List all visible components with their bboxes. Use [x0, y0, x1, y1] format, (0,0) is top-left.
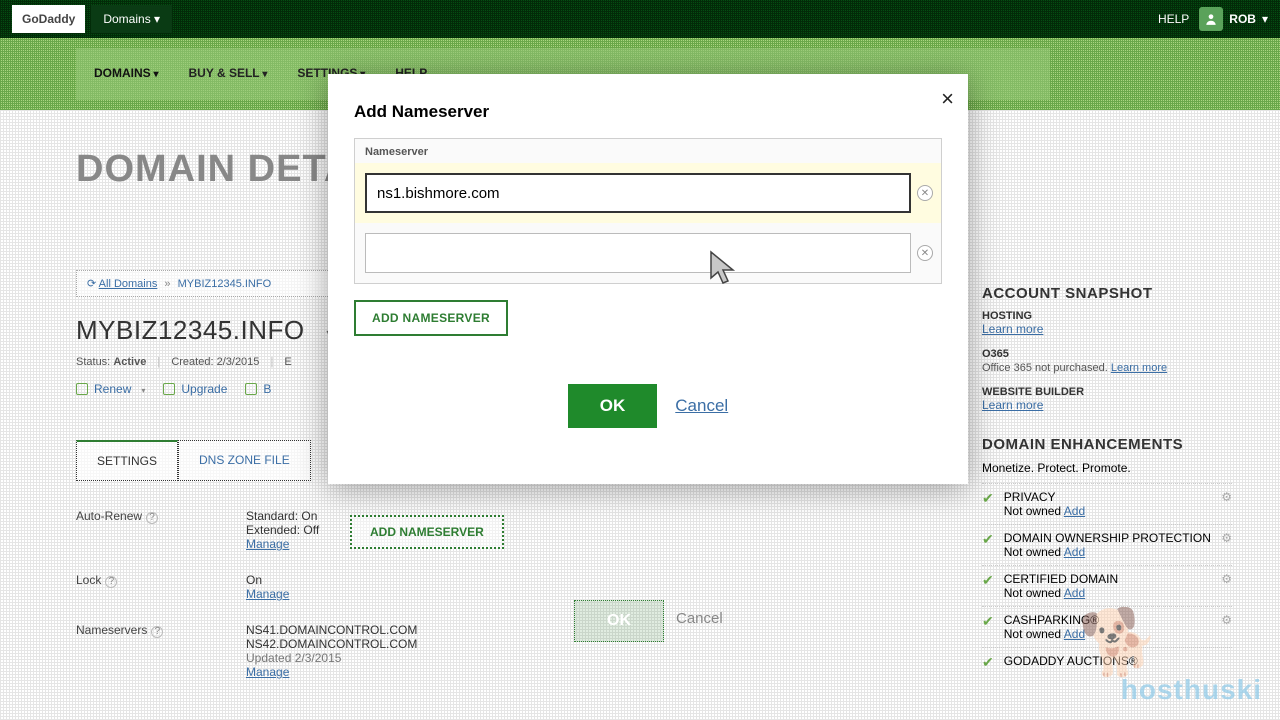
- clear-icon[interactable]: ✕: [917, 185, 933, 201]
- enh-row: ✔ CERTIFIED DOMAIN Not owned Add ⚙: [982, 565, 1232, 606]
- enh-name: DOMAIN OWNERSHIP PROTECTION: [1004, 531, 1212, 545]
- bg-add-nameserver-button: ADD NAMESERVER: [350, 515, 504, 549]
- gear-icon: [163, 383, 175, 395]
- gear-icon[interactable]: ⚙: [1221, 490, 1232, 504]
- topnav-domains[interactable]: Domains ▾: [91, 5, 172, 33]
- created-label: Created:: [171, 356, 213, 368]
- enh-add[interactable]: Add: [1064, 586, 1085, 600]
- o365-sub: Office 365 not purchased.: [982, 362, 1108, 374]
- brand-text: GoDaddy: [22, 12, 75, 26]
- user-name: ROB: [1229, 12, 1256, 26]
- subtab-buysell[interactable]: BUY & SELL: [188, 66, 267, 100]
- close-icon[interactable]: ×: [941, 86, 954, 112]
- brand-logo[interactable]: GoDaddy: [12, 5, 85, 33]
- autorenew-manage[interactable]: Manage: [246, 537, 289, 551]
- user-menu[interactable]: ROB ▾: [1199, 7, 1268, 31]
- help-icon[interactable]: ?: [151, 626, 163, 638]
- o365-title: O365: [982, 348, 1232, 360]
- gear-icon[interactable]: ⚙: [1221, 572, 1232, 586]
- watermark-dog-icon: 🐕: [1077, 601, 1164, 684]
- lock-label: Lock?: [76, 573, 246, 601]
- tab-dns-zone[interactable]: DNS ZONE FILE: [178, 440, 311, 481]
- autorenew-label: Auto-Renew?: [76, 509, 246, 551]
- cancel-link[interactable]: Cancel: [675, 396, 728, 416]
- check-icon: ✔: [982, 572, 994, 589]
- enh-row: ✔ DOMAIN OWNERSHIP PROTECTION Not owned …: [982, 524, 1232, 565]
- tab-settings[interactable]: SETTINGS: [76, 440, 178, 481]
- hosting-title: HOSTING: [982, 310, 1232, 322]
- nameserver-row-2: ✕: [355, 223, 941, 283]
- add-nameserver-modal: × Add Nameserver Nameserver ✕ ✕ ADD NAME…: [328, 74, 968, 484]
- lock-value: On Manage: [246, 573, 636, 601]
- sidebar-enh-title: DOMAIN ENHANCEMENTS: [982, 436, 1232, 453]
- upgrade-action[interactable]: Upgrade: [163, 382, 227, 396]
- buy-action[interactable]: B: [245, 382, 271, 396]
- enh-name: CERTIFIED DOMAIN: [1004, 572, 1212, 586]
- wb-learn-more[interactable]: Learn more: [982, 398, 1043, 412]
- clear-icon[interactable]: ✕: [917, 245, 933, 261]
- enh-row: ✔ PRIVACY Not owned Add ⚙: [982, 483, 1232, 524]
- buy-label: B: [263, 382, 271, 396]
- topnav-domains-label: Domains ▾: [103, 12, 160, 26]
- cart-icon: [245, 383, 257, 395]
- domain-name-text: MYBIZ12345.INFO: [76, 315, 305, 345]
- enh-add[interactable]: Add: [1064, 504, 1085, 518]
- enh-name: PRIVACY: [1004, 490, 1212, 504]
- status-label: Status:: [76, 356, 110, 368]
- status-value: Active: [113, 356, 146, 368]
- gear-icon[interactable]: ⚙: [1221, 531, 1232, 545]
- check-icon: ✔: [982, 613, 994, 630]
- hosting-learn-more[interactable]: Learn more: [982, 322, 1043, 336]
- chevron-down-icon: ▾: [1262, 12, 1268, 26]
- nameserver-box: Nameserver ✕ ✕: [354, 138, 942, 284]
- sidebar-enh-sub: Monetize. Protect. Promote.: [982, 461, 1232, 475]
- top-bar: GoDaddy Domains ▾ HELP ROB ▾: [0, 0, 1280, 38]
- help-icon[interactable]: ?: [105, 576, 117, 588]
- nameserver-row-1: ✕: [355, 163, 941, 223]
- ok-button[interactable]: OK: [568, 384, 658, 428]
- renew-action[interactable]: Renew: [76, 382, 145, 396]
- check-icon: ✔: [982, 490, 994, 507]
- watermark-text: hosthuski: [1121, 674, 1262, 706]
- bg-ok-button: OK: [574, 600, 664, 642]
- help-link[interactable]: HELP: [1158, 12, 1189, 26]
- upgrade-label: Upgrade: [181, 382, 227, 396]
- nameserver-input-2[interactable]: [365, 233, 911, 273]
- plus-icon: [76, 383, 88, 395]
- ns-manage[interactable]: Manage: [246, 665, 289, 679]
- sidebar-snapshot-title: ACCOUNT SNAPSHOT: [982, 285, 1232, 302]
- lock-manage[interactable]: Manage: [246, 587, 289, 601]
- breadcrumb-current: MYBIZ12345.INFO: [178, 278, 272, 290]
- expires-label: E: [284, 356, 291, 368]
- wb-title: WEBSITE BUILDER: [982, 386, 1232, 398]
- add-nameserver-button[interactable]: ADD NAMESERVER: [354, 300, 508, 336]
- enh-add[interactable]: Add: [1064, 545, 1085, 559]
- renew-label: Renew: [94, 382, 131, 396]
- created-value: 2/3/2015: [217, 356, 260, 368]
- subtab-domains[interactable]: DOMAINS: [94, 66, 158, 100]
- modal-title: Add Nameserver: [354, 102, 942, 122]
- check-icon: ✔: [982, 654, 994, 671]
- bg-cancel-link: Cancel: [676, 610, 723, 627]
- refresh-icon[interactable]: ⟳: [87, 278, 96, 290]
- breadcrumb-all[interactable]: All Domains: [99, 278, 158, 290]
- nameserver-field-label: Nameserver: [355, 139, 941, 163]
- nameserver-input-1[interactable]: [365, 173, 911, 213]
- gear-icon[interactable]: ⚙: [1221, 613, 1232, 627]
- nameservers-label: Nameservers?: [76, 623, 246, 679]
- check-icon: ✔: [982, 531, 994, 548]
- o365-learn-more[interactable]: Learn more: [1111, 362, 1167, 374]
- user-icon: [1199, 7, 1223, 31]
- help-icon[interactable]: ?: [146, 512, 158, 524]
